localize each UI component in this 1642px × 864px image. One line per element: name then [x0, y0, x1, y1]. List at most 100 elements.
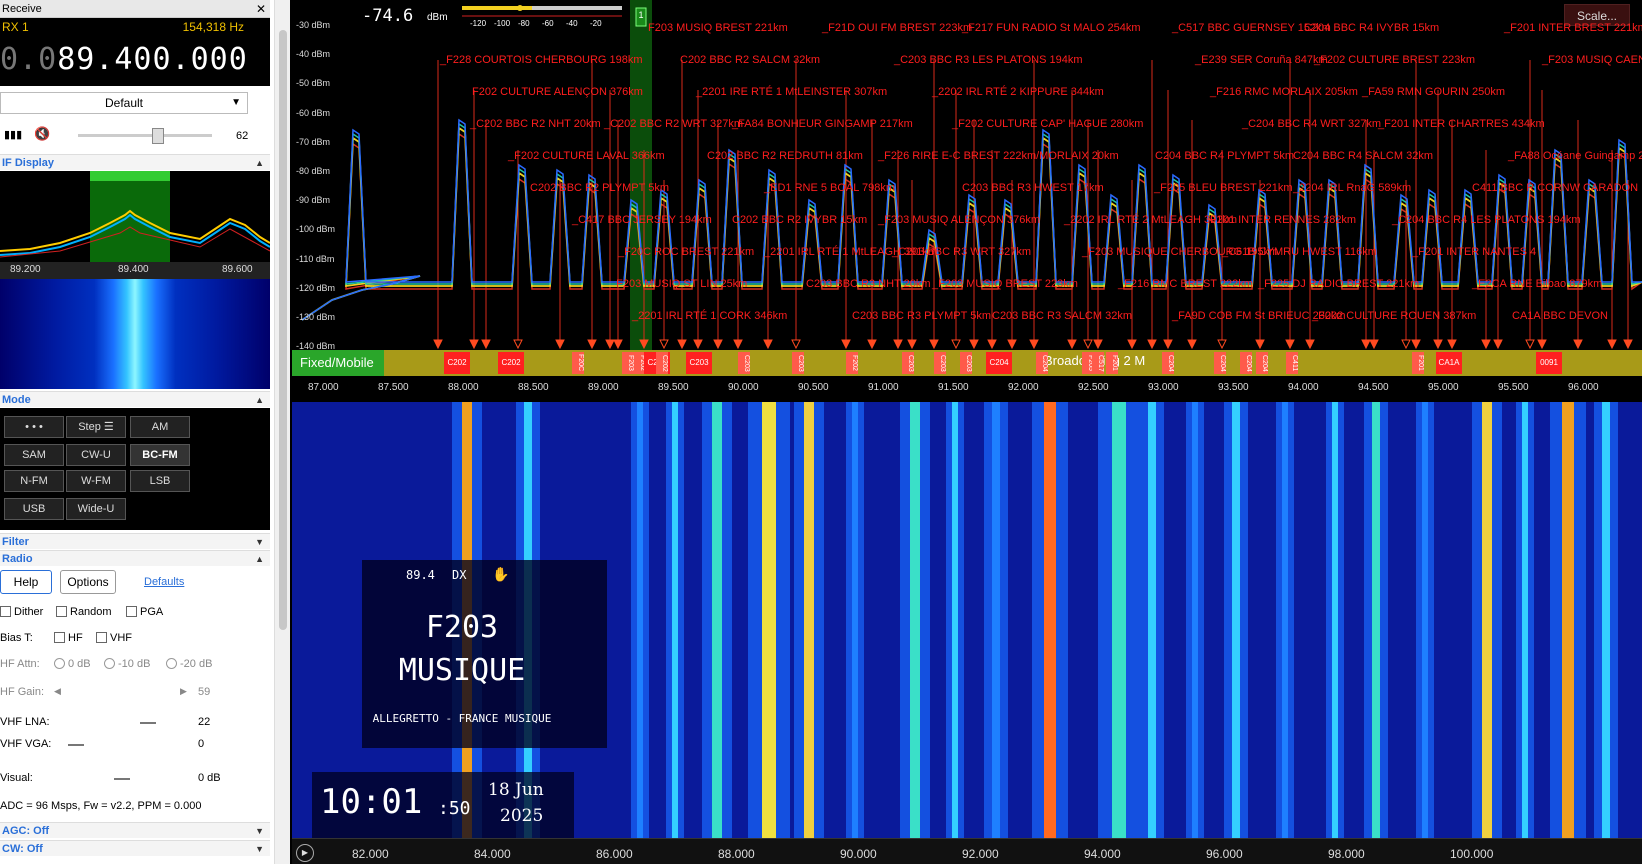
station-chip[interactable]: C203 — [686, 352, 712, 374]
defaults-link[interactable]: Defaults — [144, 576, 184, 588]
checkbox-box[interactable] — [126, 606, 137, 617]
station-label[interactable]: _F201 INTER CHARTRES 434km — [1378, 118, 1545, 130]
random-checkbox[interactable]: Random — [56, 606, 112, 618]
expand-icon[interactable]: ▼ — [255, 823, 264, 839]
station-label[interactable]: _E2CA RNE Bilbao 879km — [1472, 278, 1602, 290]
attn-20-radio[interactable]: -20 dB — [166, 658, 212, 670]
station-chip[interactable]: C202 — [444, 352, 470, 374]
station-marker[interactable] — [907, 339, 917, 350]
station-chip[interactable]: C204 — [1240, 352, 1252, 374]
station-label[interactable]: _F217 FUN RADIO St MALO 254km — [962, 22, 1141, 34]
if-display[interactable]: 89.200 89.400 89.600 — [0, 171, 270, 389]
station-label[interactable]: F201 INTER RENNES 282km — [1210, 214, 1356, 226]
station-label[interactable]: _F228 COURTOIS CHERBOURG 198km — [440, 54, 643, 66]
station-chip[interactable]: F201 — [1106, 352, 1118, 374]
station-marker[interactable] — [841, 339, 851, 350]
station-marker[interactable] — [513, 339, 523, 350]
waterfall-display[interactable]: 89.4 DX ✋ F203 MUSIQUE ALLEGRETTO - FRAN… — [292, 402, 1642, 838]
station-label[interactable]: _F202 CULTURE CAP' HAGUE 280km — [952, 118, 1143, 130]
station-label[interactable]: _C417 BBC JERSEY 194km — [572, 214, 712, 226]
collapse-icon[interactable]: ▲ — [255, 392, 264, 408]
station-marker[interactable] — [1447, 339, 1457, 350]
waterfall-frequency-axis[interactable]: ▶ 82.000 84.000 86.000 88.000 90.000 92.000 94… — [292, 838, 1642, 864]
station-marker[interactable] — [929, 339, 939, 350]
station-label[interactable]: _C204 BBC R4 LES PLATONS 194km — [1392, 214, 1581, 226]
station-marker[interactable] — [867, 339, 877, 350]
station-chip[interactable]: C517 — [1092, 352, 1104, 374]
station-chip[interactable]: C204 — [1214, 352, 1226, 374]
station-marker[interactable] — [693, 339, 703, 350]
spectrum-display[interactable]: -30 dBm -40 dBm -50 dBm -60 dBm -70 dBm -80 d… — [292, 0, 1642, 400]
station-chip[interactable]: C202 — [656, 352, 668, 374]
station-label[interactable]: CA1A BBC DEVON — [1512, 310, 1608, 322]
bias-vhf-checkbox[interactable]: VHF — [96, 632, 132, 644]
station-marker[interactable] — [1481, 339, 1491, 350]
radio-circle[interactable] — [166, 658, 177, 669]
play-icon[interactable]: ▶ — [296, 844, 314, 862]
options-button[interactable]: Options — [60, 570, 116, 594]
station-label[interactable]: C204 BBC R4 SALCM 32km — [1293, 150, 1433, 162]
station-chip[interactable]: C203 — [960, 352, 972, 374]
mode-usb-button[interactable]: USB — [4, 498, 64, 520]
station-label[interactable]: _F203 MUSIQ ST LIN 25km — [610, 278, 747, 290]
station-label[interactable]: C203 BBC R3 SALCM 32km — [992, 310, 1132, 322]
mode-wfm-button[interactable]: W-FM — [66, 470, 126, 492]
radio-circle[interactable] — [104, 658, 115, 669]
band-fixed-mobile[interactable]: Fixed/Mobile — [292, 350, 384, 376]
station-chip[interactable]: CA1A — [1436, 352, 1462, 374]
station-marker[interactable] — [1305, 339, 1315, 350]
station-marker[interactable] — [733, 339, 743, 350]
vhf-vga-slider[interactable] — [68, 744, 84, 746]
station-marker[interactable] — [1361, 339, 1371, 350]
station-marker[interactable] — [555, 339, 565, 350]
station-label[interactable]: C411 BBC R CORNW CARADON — [1472, 182, 1638, 194]
station-chip[interactable]: F20C — [572, 352, 584, 374]
spectrum-frequency-axis[interactable]: 87.000 87.500 88.000 88.500 89.000 89.500 90.0… — [292, 376, 1642, 400]
mute-icon[interactable]: 🔇 — [34, 126, 50, 142]
mode-sam-button[interactable]: SAM — [4, 444, 64, 466]
station-marker[interactable] — [1127, 339, 1137, 350]
help-button[interactable]: Help — [0, 570, 52, 594]
station-marker[interactable] — [1369, 339, 1379, 350]
station-label[interactable]: C203 BBC R3 NHT 20km — [806, 278, 931, 290]
station-label[interactable]: _F205 BLEU BREST 221km — [1154, 182, 1293, 194]
station-marker[interactable] — [1285, 339, 1295, 350]
station-marker[interactable] — [469, 339, 479, 350]
station-label[interactable]: _C203 BBC R3 LES PLATONS 194km — [894, 54, 1083, 66]
station-label[interactable]: _2201 IRE RTÉ 1 MtLEINSTER 307km — [696, 86, 887, 98]
checkbox-box[interactable] — [56, 606, 67, 617]
station-label[interactable]: _FA59 RMN GOURIN 250km — [1362, 86, 1505, 98]
station-label[interactable]: C202 BBC R2 REDRUTH 81km — [707, 150, 863, 162]
station-label[interactable]: _C204 BBC R4 WRT 327km — [1242, 118, 1381, 130]
radio-header[interactable]: Radio ▲ — [0, 550, 270, 566]
station-label[interactable]: C203 BBC R3 PLYMPT 5km — [852, 310, 991, 322]
station-marker[interactable] — [433, 339, 443, 350]
station-label[interactable]: _F202 CULTURE LAVAL 366km — [508, 150, 665, 162]
station-marker[interactable] — [1217, 339, 1227, 350]
station-chip[interactable]: C203 — [934, 352, 946, 374]
station-label[interactable]: _2201 IRL RTÉ 1 CORK 346km — [632, 310, 787, 322]
station-label[interactable]: C203 BBC R3 HWEST 17km — [962, 182, 1104, 194]
station-marker[interactable] — [1573, 339, 1583, 350]
expand-icon[interactable]: ▼ — [255, 841, 264, 857]
station-label[interactable]: _FA84 BONHEUR GINGAMP 217km — [732, 118, 913, 130]
station-chip[interactable]: C203 — [738, 352, 750, 374]
checkbox-box[interactable] — [0, 606, 11, 617]
station-label[interactable]: _F201 INTER NANTES 4 — [1412, 246, 1536, 258]
checkbox-box[interactable] — [54, 632, 65, 643]
right-arrow-icon[interactable]: ▶ — [180, 686, 187, 697]
vfo-frequency[interactable]: 0.089.400.000 — [0, 42, 248, 77]
station-label[interactable]: C202 BBC R2 SALCM 32km — [680, 54, 820, 66]
station-chip[interactable]: C204 — [1036, 352, 1048, 374]
station-marker[interactable] — [1187, 339, 1197, 350]
station-marker[interactable] — [1525, 339, 1535, 350]
station-label[interactable]: _F225 DJ RADIO BREST 221km — [1258, 278, 1419, 290]
cw-header[interactable]: CW: Off ▼ — [0, 840, 270, 856]
station-chip[interactable]: F201 — [1412, 352, 1424, 374]
station-label[interactable]: _F216 RMC BREST 222km — [1118, 278, 1253, 290]
station-chip[interactable]: C203 — [792, 352, 804, 374]
station-label[interactable]: _2202 IRL RTÉ 2 KIPPURE 344km — [932, 86, 1104, 98]
station-marker[interactable] — [1255, 339, 1265, 350]
station-marker[interactable] — [713, 339, 723, 350]
hand-icon[interactable]: ✋ — [492, 566, 509, 583]
